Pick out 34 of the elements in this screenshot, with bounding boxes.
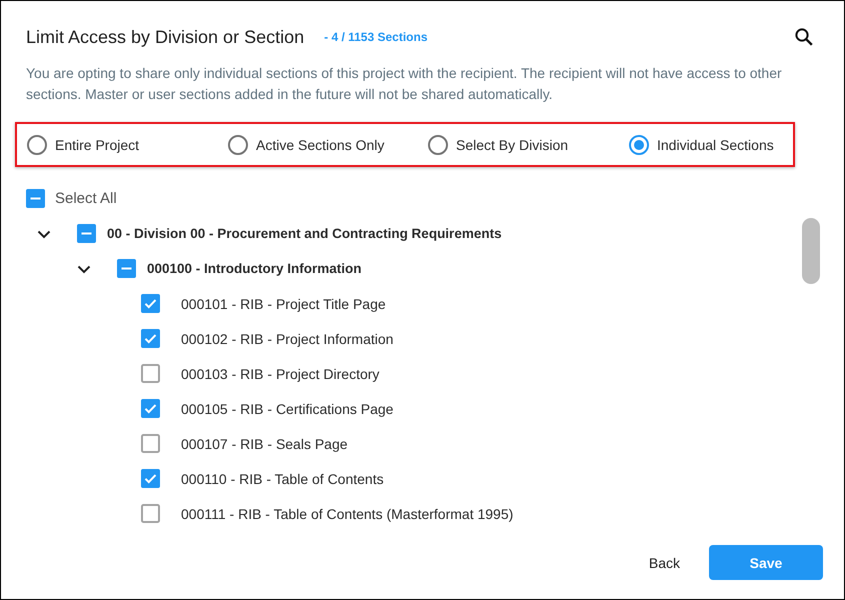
checkbox[interactable] [141, 294, 160, 313]
section-label: 000102 - RIB - Project Information [181, 330, 394, 346]
radio-label[interactable]: Active Sections Only [256, 136, 384, 152]
section-label: 000111 - RIB - Table of Contents (Masterformat 1995) [181, 506, 514, 522]
radio-button[interactable] [629, 134, 649, 154]
radio-label[interactable]: Select By Division [456, 136, 568, 152]
section-label: 000103 - RIB - Project Directory [181, 366, 380, 382]
checkbox[interactable] [117, 259, 136, 278]
dialog-title: Limit Access by Division or Section [26, 26, 304, 49]
radio-label[interactable]: Entire Project [55, 136, 140, 152]
description-text: You are opting to share only individual sections of this project with the recipient. The recipient will not have access to other sections. Master or user sections added in the future will not be shared automatically. [26, 64, 783, 104]
group-label: 000100 - Introductory Information [147, 261, 362, 276]
group-label: 00 - Division 00 - Procurement and Contracting Requirements [107, 226, 502, 241]
radio-button[interactable] [428, 134, 448, 154]
radio-button[interactable] [27, 134, 47, 154]
select-all-label[interactable]: Select All [55, 190, 117, 207]
section-count: - 4 / 1153 Sections [324, 30, 428, 44]
radio-button[interactable] [228, 134, 248, 154]
scrollbar-thumb[interactable] [802, 218, 820, 284]
checkbox[interactable] [77, 224, 96, 243]
checkbox[interactable] [141, 329, 160, 348]
checkbox[interactable] [141, 399, 160, 418]
back-button[interactable]: Back [632, 545, 697, 580]
search-icon[interactable] [795, 28, 813, 46]
section-label: 000105 - RIB - Certifications Page [181, 400, 394, 416]
checkbox[interactable] [141, 504, 160, 523]
checkbox[interactable] [26, 189, 45, 208]
section-label: 000101 - RIB - Project Title Page [181, 296, 386, 312]
checkbox[interactable] [141, 364, 160, 383]
section-label: 000107 - RIB - Seals Page [181, 436, 348, 452]
radio-label[interactable]: Individual Sections [657, 136, 774, 152]
section-label: 000110 - RIB - Table of Contents [181, 470, 384, 486]
checkbox[interactable] [141, 434, 160, 453]
checkbox[interactable] [141, 469, 160, 488]
